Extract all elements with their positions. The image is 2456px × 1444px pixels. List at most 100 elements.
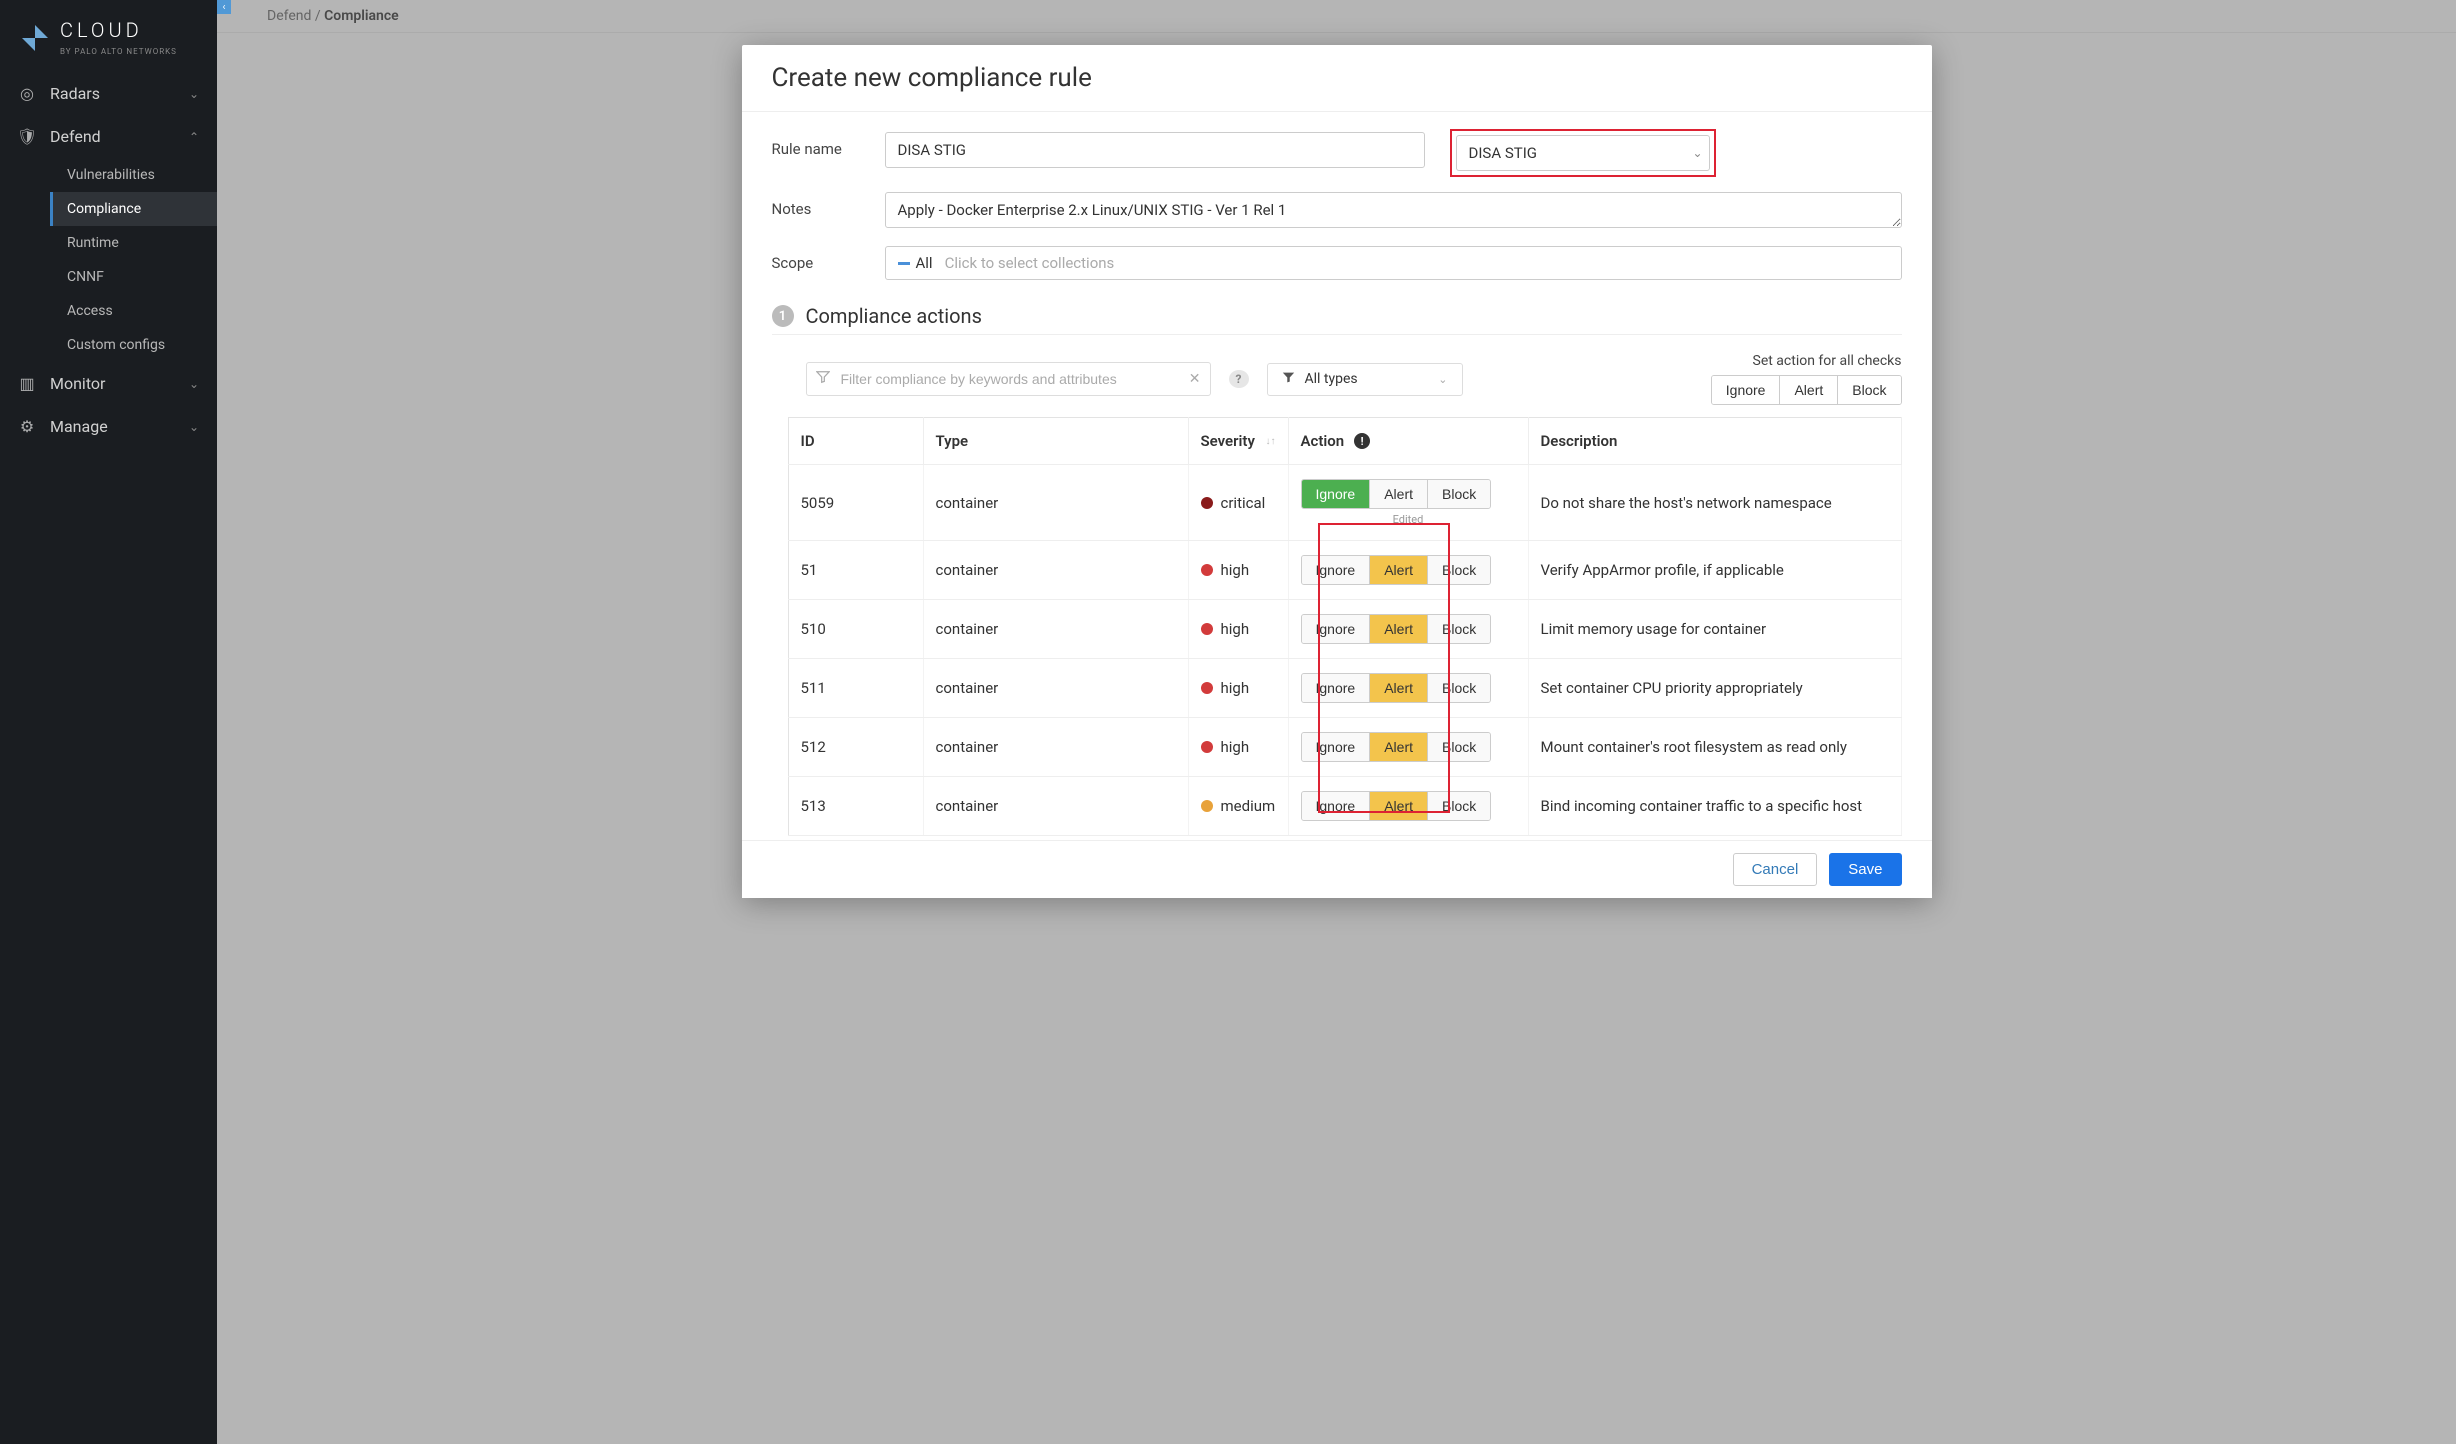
nav-defend-label: Defend bbox=[50, 127, 101, 146]
rule-template-value: DISA STIG bbox=[1469, 144, 1538, 162]
row-action-block-button[interactable]: Block bbox=[1428, 792, 1490, 820]
severity-dot-icon bbox=[1201, 741, 1213, 753]
row-action-ignore-button[interactable]: Ignore bbox=[1302, 674, 1371, 702]
cell-description: Bind incoming container traffic to a spe… bbox=[1528, 777, 1901, 836]
chevron-down-icon: ⌄ bbox=[189, 87, 199, 101]
nav-monitor-label: Monitor bbox=[50, 374, 105, 393]
row-action-group: IgnoreAlertBlock bbox=[1301, 791, 1492, 821]
cell-type: container bbox=[923, 600, 1188, 659]
row-action-block-button[interactable]: Block bbox=[1428, 615, 1490, 643]
cell-type: container bbox=[923, 718, 1188, 777]
row-action-block-button[interactable]: Block bbox=[1428, 556, 1490, 584]
sidebar-item-runtime[interactable]: Runtime bbox=[50, 226, 217, 260]
cell-id: 511 bbox=[788, 659, 923, 718]
chevron-down-icon: ⌄ bbox=[189, 420, 199, 434]
row-action-ignore-button[interactable]: Ignore bbox=[1302, 556, 1371, 584]
col-id[interactable]: ID bbox=[788, 418, 923, 465]
rule-name-input[interactable] bbox=[885, 132, 1425, 168]
row-action-block-button[interactable]: Block bbox=[1428, 674, 1490, 702]
notes-input[interactable]: Apply - Docker Enterprise 2.x Linux/UNIX… bbox=[885, 192, 1902, 228]
row-action-alert-button[interactable]: Alert bbox=[1370, 556, 1428, 584]
cell-action: IgnoreAlertBlock bbox=[1288, 600, 1528, 659]
bulk-block-button[interactable]: Block bbox=[1838, 376, 1900, 404]
cell-action: IgnoreAlertBlock Edited bbox=[1288, 465, 1528, 541]
row-action-ignore-button[interactable]: Ignore bbox=[1302, 480, 1371, 508]
cell-action: IgnoreAlertBlock bbox=[1288, 541, 1528, 600]
sidebar-item-access[interactable]: Access bbox=[50, 294, 217, 328]
severity-dot-icon bbox=[1201, 682, 1213, 694]
monitor-icon: ▥ bbox=[18, 374, 36, 393]
sidebar-item-vulnerabilities[interactable]: Vulnerabilities bbox=[50, 158, 217, 192]
sidebar-item-compliance[interactable]: Compliance bbox=[50, 192, 217, 226]
funnel-icon bbox=[816, 370, 830, 388]
row-action-alert-button[interactable]: Alert bbox=[1370, 792, 1428, 820]
severity-dot-icon bbox=[1201, 623, 1213, 635]
row-action-block-button[interactable]: Block bbox=[1428, 733, 1490, 761]
row-action-alert-button[interactable]: Alert bbox=[1370, 480, 1428, 508]
table-row[interactable]: 511containerhighIgnoreAlertBlockSet cont… bbox=[788, 659, 1901, 718]
nav-monitor[interactable]: ▥ Monitor ⌄ bbox=[0, 362, 217, 405]
compliance-filter-input[interactable] bbox=[806, 362, 1211, 396]
bulk-action-group: Ignore Alert Block bbox=[1711, 375, 1902, 405]
main-content: Defend / Compliance Create new complianc… bbox=[217, 0, 2456, 1444]
severity-dot-icon bbox=[1201, 564, 1213, 576]
row-action-alert-button[interactable]: Alert bbox=[1370, 674, 1428, 702]
row-action-block-button[interactable]: Block bbox=[1428, 480, 1490, 508]
clear-filter-icon[interactable]: ✕ bbox=[1189, 371, 1201, 387]
scope-tag-icon bbox=[898, 262, 910, 265]
bulk-alert-button[interactable]: Alert bbox=[1780, 376, 1838, 404]
nav-defend[interactable]: 🛡 Defend ⌃ bbox=[0, 115, 217, 158]
row-action-group: IgnoreAlertBlock bbox=[1301, 614, 1492, 644]
col-description[interactable]: Description bbox=[1528, 418, 1901, 465]
sidebar-collapse-toggle[interactable]: ‹ bbox=[217, 0, 231, 14]
cell-description: Verify AppArmor profile, if applicable bbox=[1528, 541, 1901, 600]
nav-radars-label: Radars bbox=[50, 84, 100, 103]
edited-badge: Edited bbox=[1301, 513, 1516, 526]
cancel-button[interactable]: Cancel bbox=[1733, 853, 1818, 886]
severity-text: high bbox=[1221, 738, 1250, 756]
scope-label: Scope bbox=[772, 246, 857, 272]
cell-description: Do not share the host's network namespac… bbox=[1528, 465, 1901, 541]
sidebar-item-cnnf[interactable]: CNNF bbox=[50, 260, 217, 294]
cell-type: container bbox=[923, 541, 1188, 600]
row-action-alert-button[interactable]: Alert bbox=[1370, 733, 1428, 761]
section-title: Compliance actions bbox=[806, 304, 982, 328]
sidebar-item-custom-configs[interactable]: Custom configs bbox=[50, 328, 217, 362]
nav-manage[interactable]: ⚙ Manage ⌄ bbox=[0, 405, 217, 448]
row-action-group: IgnoreAlertBlock bbox=[1301, 732, 1492, 762]
row-action-group: IgnoreAlertBlock bbox=[1301, 479, 1492, 509]
severity-text: critical bbox=[1221, 494, 1266, 512]
save-button[interactable]: Save bbox=[1829, 853, 1901, 886]
nav-radars[interactable]: ◎ Radars ⌄ bbox=[0, 72, 217, 115]
scope-placeholder: Click to select collections bbox=[945, 254, 1115, 272]
cell-id: 5059 bbox=[788, 465, 923, 541]
bulk-ignore-button[interactable]: Ignore bbox=[1712, 376, 1781, 404]
table-row[interactable]: 513containermediumIgnoreAlertBlockBind i… bbox=[788, 777, 1901, 836]
row-action-alert-button[interactable]: Alert bbox=[1370, 615, 1428, 643]
table-row[interactable]: 51containerhighIgnoreAlertBlockVerify Ap… bbox=[788, 541, 1901, 600]
severity-text: medium bbox=[1221, 797, 1276, 815]
help-icon[interactable]: ? bbox=[1229, 370, 1249, 388]
row-action-ignore-button[interactable]: Ignore bbox=[1302, 615, 1371, 643]
types-filter-select[interactable]: All types ⌄ bbox=[1267, 363, 1463, 396]
table-row[interactable]: 510containerhighIgnoreAlertBlockLimit me… bbox=[788, 600, 1901, 659]
col-action: Action ! bbox=[1288, 418, 1528, 465]
funnel-icon bbox=[1282, 371, 1295, 388]
row-action-ignore-button[interactable]: Ignore bbox=[1302, 792, 1371, 820]
col-type[interactable]: Type bbox=[923, 418, 1188, 465]
scope-select[interactable]: All Click to select collections bbox=[885, 246, 1902, 280]
compliance-table: ID Type Severity ↓↑ bbox=[788, 417, 1902, 836]
cell-description: Set container CPU priority appropriately bbox=[1528, 659, 1901, 718]
info-icon[interactable]: ! bbox=[1354, 433, 1370, 449]
table-row[interactable]: 5059containercriticalIgnoreAlertBlockEdi… bbox=[788, 465, 1901, 541]
shield-icon: 🛡 bbox=[18, 127, 36, 146]
sort-icon[interactable]: ↓↑ bbox=[1266, 436, 1276, 447]
rule-template-select[interactable]: DISA STIG bbox=[1456, 135, 1710, 171]
table-row[interactable]: 512containerhighIgnoreAlertBlockMount co… bbox=[788, 718, 1901, 777]
row-action-ignore-button[interactable]: Ignore bbox=[1302, 733, 1371, 761]
col-severity[interactable]: Severity ↓↑ bbox=[1188, 418, 1288, 465]
cell-id: 51 bbox=[788, 541, 923, 600]
brand-byline: BY PALO ALTO NETWORKS bbox=[60, 47, 177, 56]
nav-defend-children: Vulnerabilities Compliance Runtime CNNF … bbox=[0, 158, 217, 362]
bulk-action-label: Set action for all checks bbox=[1711, 353, 1902, 369]
